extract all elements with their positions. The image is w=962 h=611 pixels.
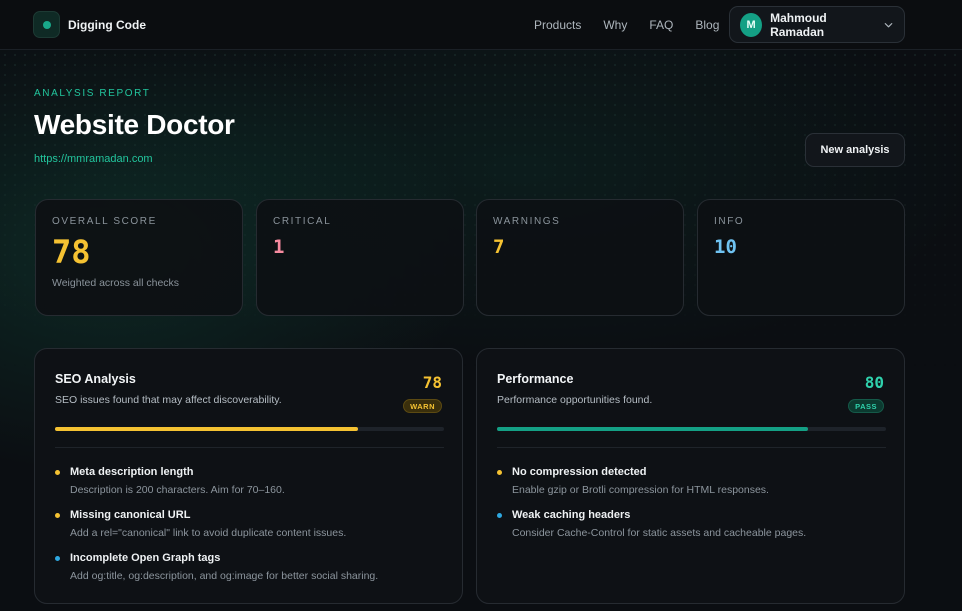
stat-label: INFO xyxy=(714,216,745,227)
performance-progress-track xyxy=(497,427,886,431)
divider xyxy=(55,447,444,448)
performance-issue-list: No compression detected Enable gzip or B… xyxy=(497,466,886,552)
info-dot-icon xyxy=(497,513,502,518)
issue-description: Enable gzip or Brotli compression for HT… xyxy=(512,484,769,496)
nav-links: Products Why FAQ Blog xyxy=(534,0,741,50)
issue-title: Weak caching headers xyxy=(512,509,631,521)
seo-score: 78 xyxy=(422,373,442,392)
nav-link-products[interactable]: Products xyxy=(534,18,581,32)
overall-score-value: 78 xyxy=(52,233,91,271)
info-card: INFO 10 xyxy=(697,199,905,316)
critical-card: CRITICAL 1 xyxy=(256,199,464,316)
issue-description: Description is 200 characters. Aim for 7… xyxy=(70,484,285,496)
issue-item[interactable]: No compression detected Enable gzip or B… xyxy=(497,466,886,509)
issue-item[interactable]: Incomplete Open Graph tags Add og:title,… xyxy=(55,552,444,595)
issue-description: Add a rel="canonical" link to avoid dupl… xyxy=(70,527,347,539)
info-count: 10 xyxy=(714,236,737,258)
warnings-card: WARNINGS 7 xyxy=(476,199,684,316)
seo-progress-fill xyxy=(55,427,359,431)
brand-logo[interactable]: Digging Code xyxy=(33,11,146,38)
user-menu-button[interactable]: M Mahmoud Ramadan xyxy=(729,6,905,43)
issue-title: Missing canonical URL xyxy=(70,509,191,521)
chevron-down-icon xyxy=(884,22,893,27)
issue-description: Add og:title, og:description, and og:ima… xyxy=(70,570,379,582)
warning-dot-icon xyxy=(55,470,60,475)
status-badge: PASS xyxy=(848,399,884,413)
brand-name: Digging Code xyxy=(68,17,146,32)
nav-link-blog[interactable]: Blog xyxy=(695,18,719,32)
performance-panel: Performance Performance opportunities fo… xyxy=(476,348,905,604)
issue-description: Consider Cache-Control for static assets… xyxy=(512,527,807,539)
info-dot-icon xyxy=(55,556,60,561)
stat-label: OVERALL SCORE xyxy=(52,216,157,227)
top-navbar: Digging Code Products Why FAQ Blog M Mah… xyxy=(0,0,962,50)
panel-title: Performance xyxy=(497,372,574,386)
status-badge: WARN xyxy=(403,399,442,413)
page-title: Website Doctor xyxy=(34,109,235,140)
stat-label: CRITICAL xyxy=(273,216,332,227)
overall-score-card: OVERALL SCORE 78 Weighted across all che… xyxy=(35,199,243,316)
issue-title: Incomplete Open Graph tags xyxy=(70,552,221,564)
issue-item[interactable]: Meta description length Description is 2… xyxy=(55,466,444,509)
logo-icon xyxy=(33,11,60,38)
stat-subtext: Weighted across all checks xyxy=(52,277,180,289)
stat-label: WARNINGS xyxy=(493,216,561,227)
nav-link-faq[interactable]: FAQ xyxy=(649,18,673,32)
nav-link-why[interactable]: Why xyxy=(603,18,627,32)
warning-dot-icon xyxy=(55,513,60,518)
seo-progress-track xyxy=(55,427,444,431)
analyzed-url-link[interactable]: https://mmramadan.com xyxy=(34,153,153,165)
warning-dot-icon xyxy=(497,470,502,475)
issue-item[interactable]: Weak caching headers Consider Cache-Cont… xyxy=(497,509,886,552)
new-analysis-button[interactable]: New analysis xyxy=(805,133,905,167)
panel-description: SEO issues found that may affect discove… xyxy=(55,394,282,406)
user-name: Mahmoud Ramadan xyxy=(770,10,827,39)
avatar: M xyxy=(740,12,763,37)
issue-item[interactable]: Missing canonical URL Add a rel="canonic… xyxy=(55,509,444,552)
report-kicker: ANALYSIS REPORT xyxy=(34,88,151,99)
seo-issue-list: Meta description length Description is 2… xyxy=(55,466,444,595)
performance-score: 80 xyxy=(864,373,884,392)
issue-title: No compression detected xyxy=(512,466,647,478)
panel-description: Performance opportunities found. xyxy=(497,394,653,406)
warnings-count: 7 xyxy=(493,236,505,258)
panel-title: SEO Analysis xyxy=(55,372,136,386)
seo-analysis-panel: SEO Analysis SEO issues found that may a… xyxy=(34,348,463,604)
divider xyxy=(497,447,886,448)
critical-count: 1 xyxy=(273,236,285,258)
issue-title: Meta description length xyxy=(70,466,194,478)
performance-progress-fill xyxy=(497,427,809,431)
